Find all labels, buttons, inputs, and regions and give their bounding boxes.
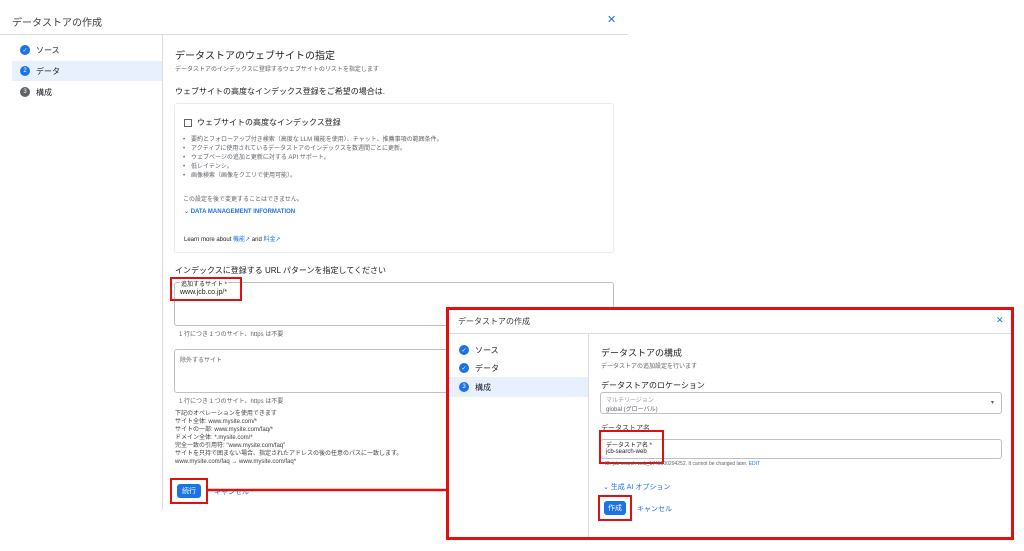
step-label: データ	[475, 363, 499, 373]
page-subheading: データストアのインデックスに登録するウェブサイトのリストを指定します	[175, 67, 379, 73]
create-datastore-dialog-step3: データストアの作成 ✕ ✓ ソース ✓ データ 3 構成 データストアの構成 デ…	[446, 307, 1014, 540]
id-hint: ID: jcb-search-web_1745900294252. It can…	[605, 461, 760, 467]
list-item: 画像検索（画像をクエリで使用可能）。	[183, 172, 453, 181]
step-label: 構成	[36, 87, 52, 97]
step-label: 構成	[475, 382, 491, 392]
step-number: 3	[459, 382, 469, 392]
location-value: global (グローバル)	[606, 407, 658, 413]
step-config[interactable]: 3 構成	[12, 82, 160, 102]
check-circle-icon: ✓	[20, 45, 30, 55]
dialog-title: データストアの作成	[458, 317, 530, 326]
ops-line: サイトを只持で囲まない場合、指定されたアドレスの後の任意のパスに一致します。	[175, 451, 403, 457]
list-item: 要約とフォローアップ付き検索（高度な LLM 機能を使用）、チャット、推薦事項の…	[183, 136, 453, 145]
chevron-down-icon: ⌄	[184, 209, 191, 215]
sidebar-divider	[162, 35, 163, 510]
features-link[interactable]: 機能	[233, 237, 245, 243]
feature-list: 要約とフォローアップ付き検索（高度な LLM 機能を使用）、チャット、推薦事項の…	[183, 136, 453, 181]
ops-line: サイト全体: www.mysite.com/*	[175, 419, 258, 425]
divider	[0, 34, 628, 35]
chevron-down-icon: ⌄	[603, 484, 611, 491]
step-label: ソース	[475, 345, 499, 355]
highlight-box	[599, 430, 664, 464]
genai-options-toggle[interactable]: ⌄ 生成 AI オプション	[603, 482, 670, 492]
location-heading: データストアのロケーション	[601, 381, 705, 390]
step-source[interactable]: ✓ ソース	[449, 340, 587, 360]
edit-id-link[interactable]: EDIT	[749, 461, 760, 467]
pricing-link[interactable]: 料金	[263, 237, 275, 243]
step-config[interactable]: 3 構成	[449, 377, 588, 397]
advanced-indexing-card: ウェブサイトの高度なインデックス登録 要約とフォローアップ付き検索（高度な LL…	[174, 103, 614, 253]
exclude-site-label: 除外するサイト	[180, 358, 223, 364]
cancel-button[interactable]: キャンセル	[637, 504, 672, 514]
check-circle-icon: ✓	[459, 345, 469, 355]
page-heading: データストアのウェブサイトの指定	[175, 51, 335, 62]
and-text: and	[251, 237, 262, 243]
highlight-box	[170, 277, 242, 301]
exclude-site-hint: 1 行につき 1 つのサイト、https は不要	[179, 399, 284, 405]
step-number: 3	[20, 87, 30, 97]
genai-options-label: 生成 AI オプション	[610, 484, 671, 491]
check-circle-icon: ✓	[459, 363, 469, 373]
url-pattern-heading: インデックスに登録する URL パターンを指定してください	[175, 266, 387, 275]
id-hint-text: ID: jcb-search-web_1745900294252. It can…	[605, 461, 748, 467]
step-label: ソース	[36, 45, 60, 55]
highlight-box	[598, 495, 632, 521]
advanced-checkbox[interactable]	[184, 118, 192, 127]
advanced-prompt: ウェブサイトの高度なインデックス登録をご希望の場合は.	[175, 87, 385, 96]
sidebar-divider	[588, 334, 589, 537]
data-management-label: DATA MANAGEMENT INFORMATION	[190, 209, 296, 215]
close-icon[interactable]: ✕	[996, 315, 1004, 326]
dialog-title: データストアの作成	[12, 18, 102, 29]
step-number: 2	[20, 66, 30, 76]
ops-line: www.mysite.com/faq → www.mysite.com/faq*	[175, 459, 297, 465]
page-heading: データストアの構成	[601, 348, 683, 358]
external-link-icon: ↗	[275, 237, 281, 243]
operations-help: 下記のオペレーションを使用できます サイト全体: www.mysite.com/…	[175, 410, 402, 466]
add-site-hint: 1 行につき 1 つのサイト、https は不要	[179, 332, 284, 338]
list-item: 低レイテンシ。	[183, 163, 453, 172]
step-label: データ	[36, 66, 60, 76]
ops-line: ドメイン全体: *.mysite.com/*	[175, 435, 253, 441]
list-item: アクティブに使用されているデータストアのインデックスを数週間ごとに更新。	[183, 145, 453, 154]
divider	[449, 333, 1011, 334]
dropdown-arrow-icon: ▾	[991, 400, 995, 406]
step-data[interactable]: ✓ データ	[449, 358, 587, 378]
data-management-toggle[interactable]: ⌄ DATA MANAGEMENT INFORMATION	[184, 208, 295, 215]
external-link-icon: ↗	[245, 237, 251, 243]
ops-line: 完全一致の引用符: "www.mysite.com/faq"	[175, 443, 286, 449]
ops-line: サイトの一部: www.mysite.com/faq/*	[175, 427, 274, 433]
page-subheading: データストアの追加設定を行います	[601, 364, 698, 370]
learn-more-text: Learn more about	[184, 237, 232, 243]
location-select[interactable]: マルチリージョン global (グローバル) ▾	[600, 392, 1002, 414]
advanced-checkbox-label: ウェブサイトの高度なインデックス登録	[197, 118, 341, 127]
step-data[interactable]: 2 データ	[12, 61, 162, 81]
note-text: この設定を後で変更することはできません。	[183, 197, 303, 203]
ops-line: 下記のオペレーションを使用できます	[175, 411, 277, 417]
location-label: マルチリージョン	[606, 398, 654, 404]
learn-more: Learn more about 機能↗ and 料金↗	[184, 234, 281, 243]
list-item: ウェブページの追加と更新に対する API サポート。	[183, 154, 453, 163]
step-source[interactable]: ✓ ソース	[12, 40, 160, 60]
close-icon[interactable]: ✕	[607, 13, 616, 26]
